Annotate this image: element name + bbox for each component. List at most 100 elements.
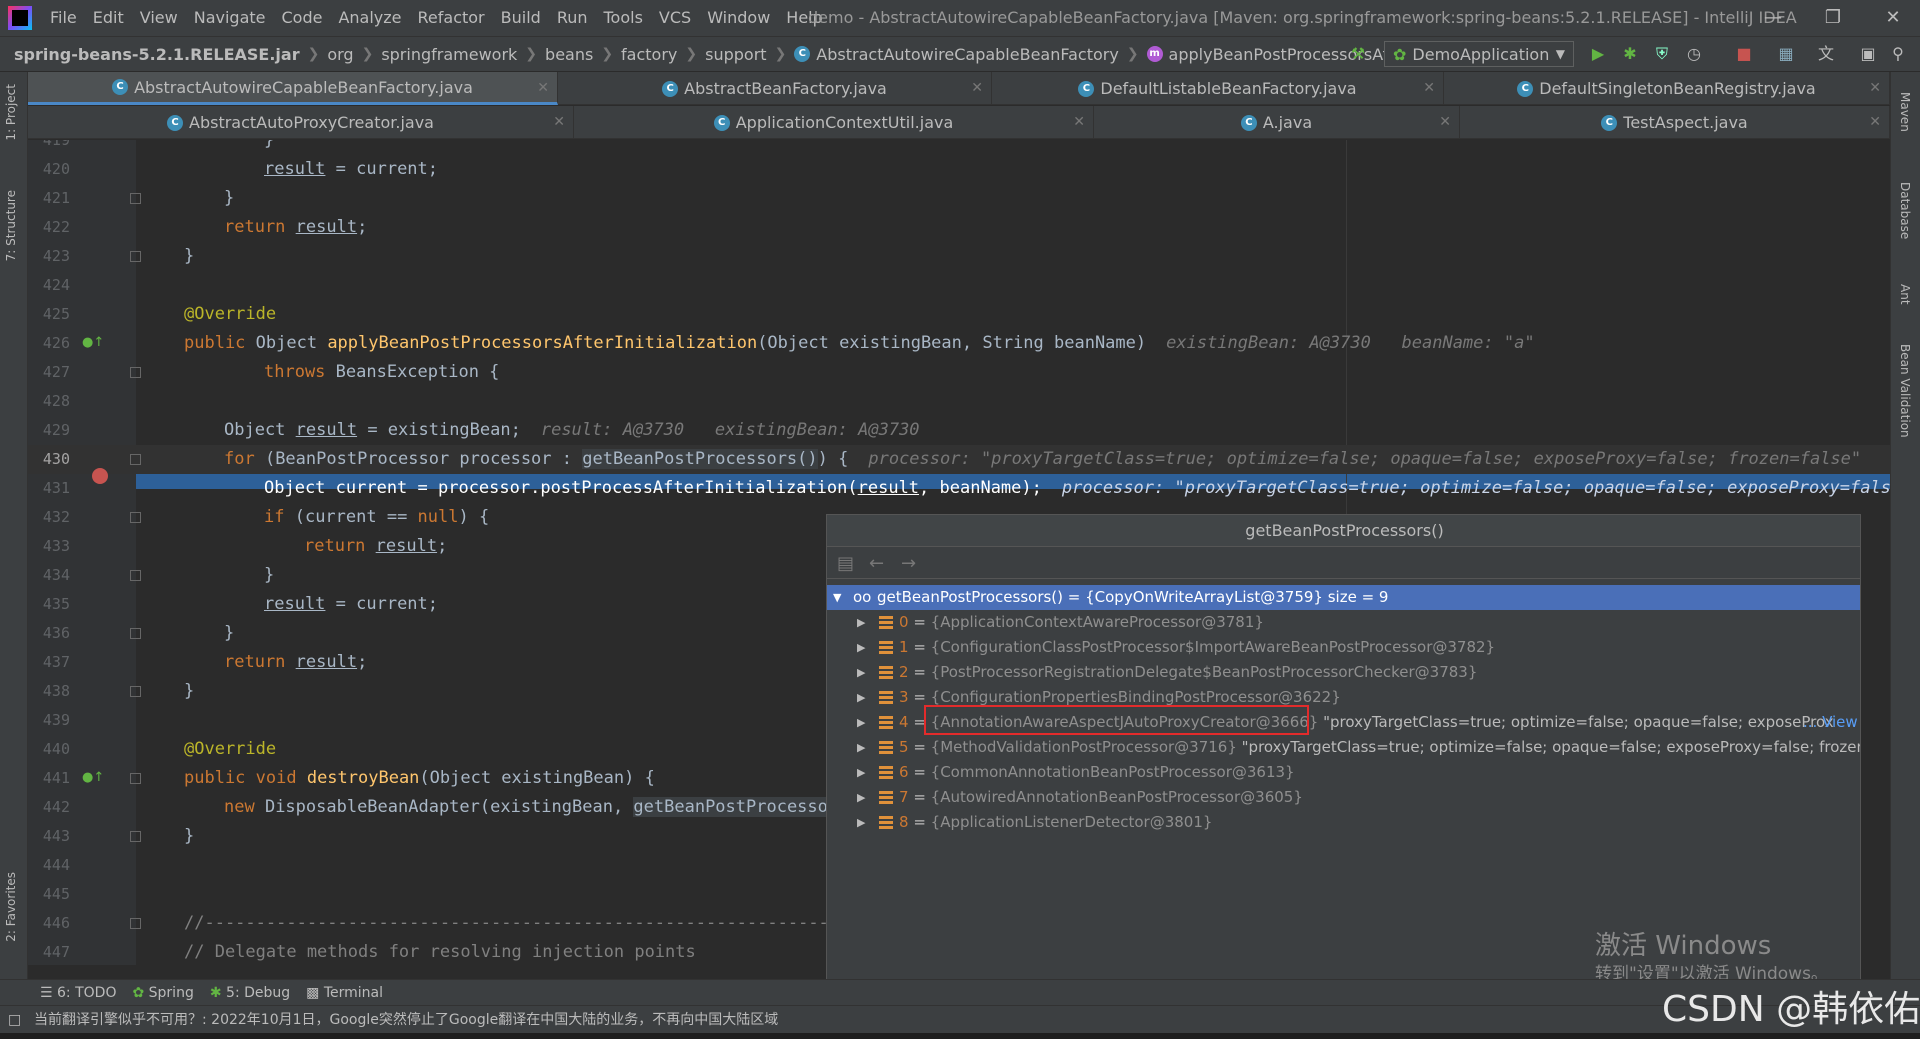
menu-navigate[interactable]: Navigate xyxy=(186,0,274,36)
maven-tool-tab[interactable]: Maven xyxy=(1898,92,1912,132)
breadcrumb-springframework[interactable]: springframework xyxy=(381,45,517,64)
close-icon[interactable]: ✕ xyxy=(971,80,983,96)
override-icon[interactable]: ●↑ xyxy=(82,770,104,785)
tab-test-aspect[interactable]: C TestAspect.java ✕ xyxy=(1460,106,1890,139)
back-arrow-icon[interactable]: ← xyxy=(869,553,884,574)
tree-item-row[interactable]: ▶ 7 = {AutowiredAnnotationBeanPostProcess… xyxy=(827,785,1860,810)
expand-triangle-icon[interactable]: ▶ xyxy=(857,760,865,785)
todo-tool-tab[interactable]: ☰ 6: TODO xyxy=(40,985,116,1001)
debug-value-popup[interactable]: getBeanPostProcessors() ▤ ← → ▼ oo getBe… xyxy=(826,514,1861,982)
terminal-tool-tab[interactable]: ▩ Terminal xyxy=(306,985,383,1001)
tab-default-listable[interactable]: C DefaultListableBeanFactory.java ✕ xyxy=(992,72,1444,105)
menu-view[interactable]: View xyxy=(132,0,186,36)
breadcrumb-org[interactable]: org xyxy=(327,45,353,64)
override-icon[interactable]: ●↑ xyxy=(82,335,104,350)
fold-icon[interactable] xyxy=(130,918,141,929)
fold-icon[interactable] xyxy=(130,686,141,697)
menu-run[interactable]: Run xyxy=(549,0,596,36)
run-config-select[interactable]: ✿ DemoApplication ▼ xyxy=(1384,41,1574,67)
expand-triangle-icon[interactable]: ▶ xyxy=(857,735,865,760)
close-icon[interactable]: ✕ xyxy=(1869,114,1881,130)
fold-icon[interactable] xyxy=(130,193,141,204)
tree-item-row[interactable]: ▶ 6 = {CommonAnnotationBeanPostProcessor@… xyxy=(827,760,1860,785)
tab-default-singleton[interactable]: C DefaultSingletonBeanRegistry.java ✕ xyxy=(1444,72,1890,105)
breadcrumb-beans[interactable]: beans xyxy=(545,45,593,64)
profile-icon[interactable]: ◷ xyxy=(1684,44,1704,64)
database-tool-tab[interactable]: Database xyxy=(1898,182,1912,239)
close-icon[interactable]: ✕ xyxy=(1439,114,1451,130)
layout-icon[interactable]: ▣ xyxy=(1858,44,1878,64)
tab-abstract-autowire[interactable]: C AbstractAutowireCapableBeanFactory.java… xyxy=(28,72,558,105)
favorites-tool-tab[interactable]: 2: Favorites xyxy=(4,872,18,942)
breadcrumb-jar[interactable]: spring-beans-5.2.1.RELEASE.jar xyxy=(14,45,300,64)
forward-arrow-icon[interactable]: → xyxy=(901,553,916,574)
expand-triangle-icon[interactable]: ▶ xyxy=(857,685,865,710)
debug-tool-tab[interactable]: ✱ 5: Debug xyxy=(210,985,290,1001)
tree-item-row[interactable]: ▶ 8 = {ApplicationListenerDetector@3801} xyxy=(827,810,1860,835)
fold-icon[interactable] xyxy=(130,628,141,639)
tree-item-row[interactable]: ▶ 2 = {PostProcessorRegistrationDelegate$… xyxy=(827,660,1860,685)
expand-triangle-icon[interactable]: ▶ xyxy=(857,710,865,735)
expand-triangle-icon[interactable]: ▶ xyxy=(857,810,865,835)
minimize-icon[interactable]: — xyxy=(1750,0,1796,36)
menu-vcs[interactable]: VCS xyxy=(651,0,699,36)
tab-abstract-bean-factory[interactable]: C AbstractBeanFactory.java ✕ xyxy=(558,72,992,105)
debug-icon[interactable]: ✱ xyxy=(1620,44,1640,64)
fold-icon[interactable] xyxy=(130,251,141,262)
tree-item-row[interactable]: ▶ 5 = {MethodValidationPostProcessor@3716… xyxy=(827,735,1860,760)
tab-a-java[interactable]: C A.java ✕ xyxy=(1094,106,1460,139)
expand-triangle-icon[interactable]: ▶ xyxy=(857,785,865,810)
project-tool-tab[interactable]: 1: Project xyxy=(4,84,18,141)
close-icon[interactable]: ✕ xyxy=(1073,114,1085,130)
fold-icon[interactable] xyxy=(130,773,141,784)
close-icon[interactable]: ✕ xyxy=(1869,80,1881,96)
menu-edit[interactable]: Edit xyxy=(85,0,132,36)
spring-tool-tab[interactable]: ✿ Spring xyxy=(132,985,193,1001)
fold-icon[interactable] xyxy=(130,367,141,378)
stop-icon[interactable]: ■ xyxy=(1734,44,1754,64)
expand-triangle-icon[interactable]: ▶ xyxy=(857,610,865,635)
expand-triangle-icon[interactable]: ▶ xyxy=(857,635,865,660)
search-icon[interactable]: ⚲ xyxy=(1888,44,1908,64)
menu-code[interactable]: Code xyxy=(274,0,331,36)
keyword: return xyxy=(224,217,296,237)
build-hammer-icon[interactable]: ⚒ xyxy=(1348,44,1368,64)
breakpoint-icon[interactable] xyxy=(92,468,108,484)
close-icon[interactable]: ✕ xyxy=(553,114,565,130)
menu-analyze[interactable]: Analyze xyxy=(330,0,409,36)
close-icon[interactable]: ✕ xyxy=(1870,0,1916,36)
tree-root-row[interactable]: ▼ oo getBeanPostProcessors() = {CopyOnWr… xyxy=(827,585,1860,610)
menu-refactor[interactable]: Refactor xyxy=(410,0,493,36)
close-icon[interactable]: ✕ xyxy=(1423,80,1435,96)
view-link[interactable]: ... View xyxy=(1803,710,1858,735)
bean-validation-tool-tab[interactable]: Bean Validation xyxy=(1898,344,1912,438)
breadcrumb-class[interactable]: C AbstractAutowireCapableBeanFactory xyxy=(794,45,1119,64)
run-icon[interactable]: ▶ xyxy=(1588,44,1608,64)
fold-icon[interactable] xyxy=(130,454,141,465)
status-toggle-icon[interactable]: □ xyxy=(8,1006,21,1033)
fold-icon[interactable] xyxy=(130,570,141,581)
structure-tool-tab[interactable]: 7: Structure xyxy=(4,190,18,261)
tab-application-context-util[interactable]: C ApplicationContextUtil.java ✕ xyxy=(574,106,1094,139)
collapse-triangle-icon[interactable]: ▼ xyxy=(833,585,841,610)
breadcrumb-factory[interactable]: factory xyxy=(621,45,677,64)
menu-tools[interactable]: Tools xyxy=(596,0,651,36)
menu-window[interactable]: Window xyxy=(699,0,778,36)
copy-icon[interactable]: ▤ xyxy=(837,553,854,574)
translate-icon[interactable]: 文 xyxy=(1816,44,1836,64)
tab-abstract-auto-proxy[interactable]: C AbstractAutoProxyCreator.java ✕ xyxy=(28,106,574,139)
project-structure-icon[interactable]: ▦ xyxy=(1776,44,1796,64)
fold-icon[interactable] xyxy=(130,831,141,842)
coverage-icon[interactable]: ⛨ xyxy=(1652,44,1672,64)
tree-item-row[interactable]: ▶ 1 = {ConfigurationClassPostProcessor$Im… xyxy=(827,635,1860,660)
maximize-icon[interactable]: ❐ xyxy=(1810,0,1856,36)
tree-item-row[interactable]: ▶ 0 = {ApplicationContextAwareProcessor@3… xyxy=(827,610,1860,635)
ant-tool-tab[interactable]: Ant xyxy=(1898,284,1912,305)
breadcrumb-support[interactable]: support xyxy=(705,45,766,64)
menu-file[interactable]: File xyxy=(42,0,85,36)
close-icon[interactable]: ✕ xyxy=(537,80,549,96)
item-index: 0 xyxy=(899,613,909,631)
menu-build[interactable]: Build xyxy=(493,0,549,36)
fold-icon[interactable] xyxy=(130,512,141,523)
expand-triangle-icon[interactable]: ▶ xyxy=(857,660,865,685)
